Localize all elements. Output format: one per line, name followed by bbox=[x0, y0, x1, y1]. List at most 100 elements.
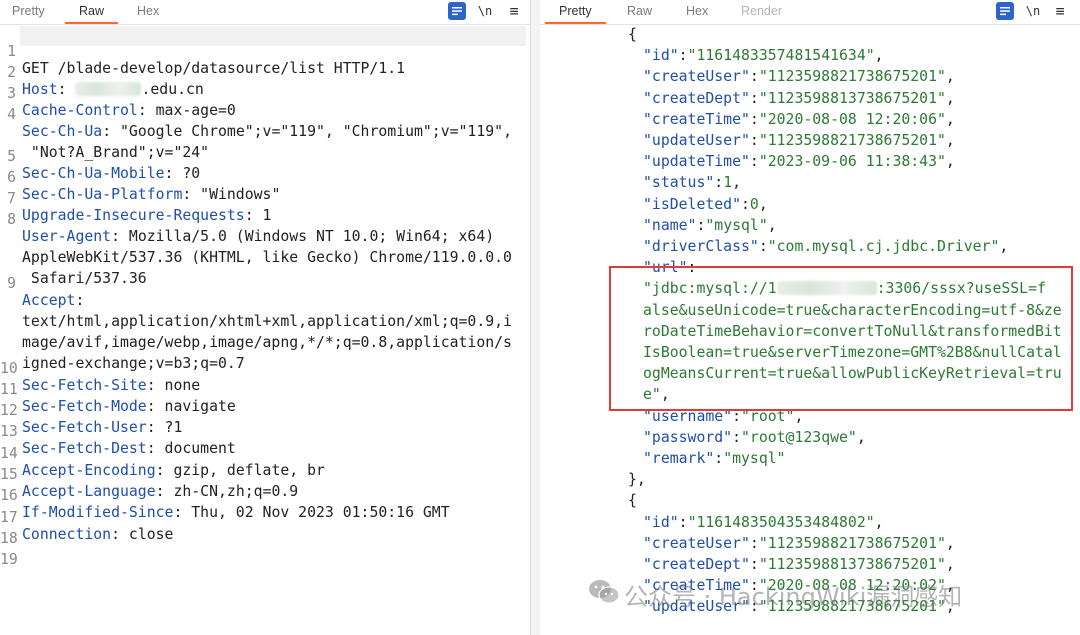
json-punctuation: , bbox=[874, 47, 884, 65]
json-punctuation: : bbox=[678, 47, 688, 65]
json-punctuation: , bbox=[856, 428, 866, 446]
json-punctuation: , bbox=[945, 556, 955, 573]
response-tabbar: Pretty Raw Hex Render \n ≡ bbox=[540, 0, 1080, 25]
json-line: "password":"root@123qwe", bbox=[643, 429, 866, 446]
json-line: { bbox=[628, 26, 637, 43]
json-key: "createUser" bbox=[643, 534, 750, 552]
tab-render[interactable]: Render bbox=[741, 0, 782, 23]
json-value: "1123598821738675201" bbox=[758, 534, 946, 552]
wrap-icon bbox=[452, 7, 462, 16]
json-punctuation: , bbox=[945, 89, 955, 107]
json-key: "remark" bbox=[643, 450, 715, 467]
json-value: "mysql" bbox=[705, 216, 768, 234]
json-value: "1123598813738675201" bbox=[758, 556, 946, 573]
json-punctuation: : bbox=[758, 238, 768, 255]
request-tabbar: Pretty Raw Hex \n ≡ bbox=[0, 0, 530, 25]
json-punctuation: : bbox=[741, 195, 750, 213]
json-key: "createDept" bbox=[643, 556, 750, 573]
json-punctuation: : bbox=[732, 428, 742, 446]
tab-raw[interactable]: Raw bbox=[64, 0, 119, 24]
json-punctuation: , bbox=[945, 110, 955, 128]
json-punctuation: : bbox=[714, 174, 724, 192]
watermark-text: 公众号 · HackingWiki漏洞感知 bbox=[624, 583, 963, 611]
json-value: 1 bbox=[723, 174, 733, 192]
json-value: 0 bbox=[749, 195, 759, 213]
json-key: "isDeleted" bbox=[643, 195, 741, 213]
json-punctuation: : bbox=[749, 132, 759, 149]
json-punctuation: , bbox=[945, 132, 955, 149]
json-value: "root@123qwe" bbox=[741, 428, 857, 446]
json-punctuation: , bbox=[945, 68, 955, 86]
json-punctuation: }, bbox=[628, 471, 646, 489]
burp-message-editor: Pretty Raw Hex \n ≡ 1 GET /blade-develop… bbox=[0, 0, 1080, 635]
json-punctuation: , bbox=[758, 195, 768, 213]
json-punctuation: { bbox=[628, 492, 637, 510]
json-line: "createDept":"1123598813738675201", bbox=[643, 556, 955, 573]
json-value: "mysql" bbox=[723, 450, 786, 467]
json-punctuation: : bbox=[749, 534, 759, 552]
empty-line: 19 bbox=[0, 551, 18, 568]
menu-icon[interactable]: ≡ bbox=[1052, 2, 1068, 20]
json-punctuation: : bbox=[749, 153, 759, 171]
json-key: "updateTime" bbox=[643, 153, 750, 171]
json-line: "id":"1161483357481541634", bbox=[643, 47, 884, 64]
word-wrap-button[interactable] bbox=[996, 2, 1014, 20]
json-punctuation: , bbox=[874, 513, 884, 531]
tab-pretty[interactable]: Pretty bbox=[12, 0, 45, 23]
json-value: "1123598821738675201" bbox=[758, 132, 946, 149]
newline-toggle[interactable]: \n bbox=[476, 2, 494, 20]
json-punctuation: , bbox=[999, 238, 1009, 255]
json-line: "id":"1161483504353484802", bbox=[643, 514, 884, 531]
tab-hex[interactable]: Hex bbox=[686, 0, 708, 23]
wechat-icon bbox=[589, 580, 620, 604]
json-line: }, bbox=[628, 471, 646, 488]
json-punctuation: : bbox=[714, 450, 724, 467]
request-pane: Pretty Raw Hex \n ≡ 1 GET /blade-develop… bbox=[0, 0, 530, 635]
response-pane: Pretty Raw Hex Render \n ≡ {"id":"116148… bbox=[540, 0, 1080, 635]
json-value: "1123598821738675201" bbox=[758, 68, 946, 86]
json-punctuation: , bbox=[767, 216, 777, 234]
redacted-host bbox=[75, 82, 142, 96]
json-value: "1161483357481541634" bbox=[687, 47, 875, 65]
json-key: "password" bbox=[643, 428, 733, 446]
json-key: "id" bbox=[643, 513, 679, 531]
json-key: "updateUser" bbox=[643, 132, 750, 149]
json-punctuation: : bbox=[749, 68, 759, 86]
json-key: "createTime" bbox=[643, 110, 750, 128]
json-line: "isDeleted":0, bbox=[643, 196, 768, 213]
current-line-highlight bbox=[20, 26, 526, 46]
json-key: "createDept" bbox=[643, 89, 750, 107]
json-punctuation: , bbox=[945, 534, 955, 552]
json-value: "2020-08-08 12:20:06" bbox=[758, 110, 946, 128]
json-punctuation: : bbox=[749, 89, 759, 107]
json-line: "remark":"mysql" bbox=[643, 450, 786, 467]
json-line: "name":"mysql", bbox=[643, 217, 777, 234]
tab-hex[interactable]: Hex bbox=[137, 0, 159, 23]
json-punctuation: : bbox=[678, 513, 688, 531]
json-key: "status" bbox=[643, 174, 715, 192]
json-punctuation: { bbox=[628, 26, 637, 43]
json-line: "driverClass":"com.mysql.cj.jdbc.Driver"… bbox=[643, 238, 1008, 255]
json-line: "createTime":"2020-08-08 12:20:06", bbox=[643, 111, 955, 128]
json-punctuation: : bbox=[749, 556, 759, 573]
json-key: "driverClass" bbox=[643, 238, 759, 255]
json-line: "updateTime":"2023-09-06 11:38:43", bbox=[643, 153, 955, 170]
json-punctuation: , bbox=[945, 153, 955, 171]
newline-toggle[interactable]: \n bbox=[1024, 2, 1042, 20]
tab-raw[interactable]: Raw bbox=[627, 0, 652, 23]
highlight-box bbox=[609, 266, 1073, 411]
json-line: "createDept":"1123598813738675201", bbox=[643, 90, 955, 107]
json-line: "createUser":"1123598821738675201", bbox=[643, 535, 955, 552]
json-key: "createUser" bbox=[643, 68, 750, 86]
wrap-icon bbox=[1000, 7, 1010, 16]
json-value: "1123598813738675201" bbox=[758, 89, 946, 107]
tab-pretty[interactable]: Pretty bbox=[545, 0, 606, 24]
json-value: "2023-09-06 11:38:43" bbox=[758, 153, 946, 171]
json-value: "1161483504353484802" bbox=[687, 513, 875, 531]
word-wrap-button[interactable] bbox=[448, 2, 466, 20]
menu-icon[interactable]: ≡ bbox=[506, 2, 522, 20]
json-value: "com.mysql.cj.jdbc.Driver" bbox=[767, 238, 1000, 255]
json-line: "status":1, bbox=[643, 174, 741, 191]
json-key: "name" bbox=[643, 216, 697, 234]
json-key: "id" bbox=[643, 47, 679, 65]
